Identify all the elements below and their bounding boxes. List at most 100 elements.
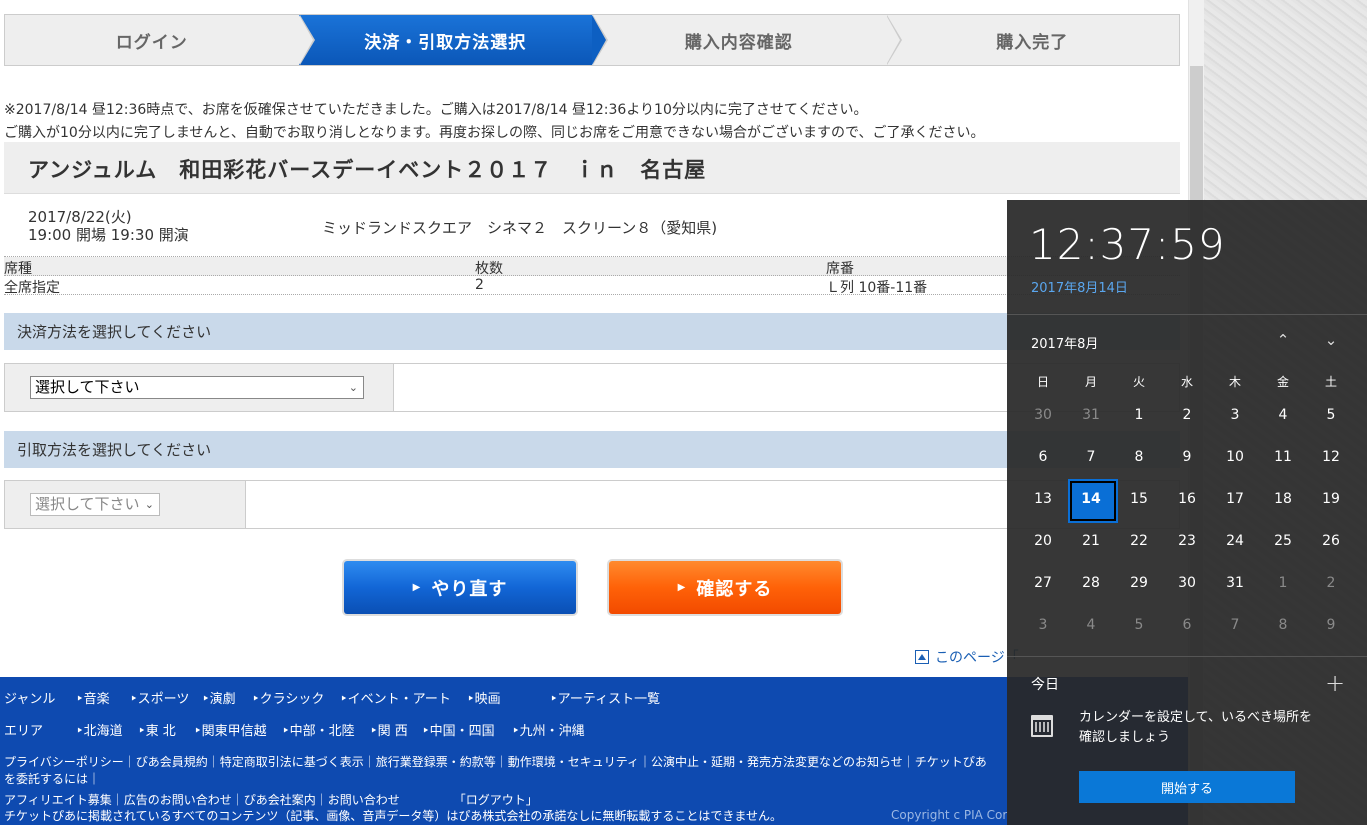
calendar-day[interactable]: 1 (1259, 562, 1307, 604)
calendar-day[interactable]: 26 (1307, 520, 1355, 562)
calendar-day[interactable]: 9 (1307, 604, 1355, 646)
payment-row: 選択して下さい ⌄ (4, 363, 1180, 412)
genre-link-movie[interactable]: ‣映画 (467, 688, 501, 707)
calendar-day[interactable]: 30 (1163, 562, 1211, 604)
calendar-day[interactable]: 4 (1067, 604, 1115, 646)
copyright-notice: チケットぴあに掲載されているすべてのコンテンツ（記事、画像、音声データ等）はぴあ… (4, 809, 782, 823)
plus-icon[interactable]: + (1325, 669, 1345, 697)
chevron-down-icon: ⌄ (144, 498, 154, 511)
calendar-day[interactable]: 30 (1019, 394, 1067, 436)
calendar-day[interactable]: 27 (1019, 562, 1067, 604)
calendar-day[interactable]: 8 (1115, 436, 1163, 478)
pickup-heading: 引取方法を選択してください (4, 431, 1180, 468)
month-label[interactable]: 2017年8月 (1031, 333, 1098, 352)
calendar-day[interactable]: 7 (1211, 604, 1259, 646)
area-link-kansai[interactable]: ‣関 西 (370, 720, 408, 739)
calendar-day[interactable]: 2 (1307, 562, 1355, 604)
calendar-day[interactable]: 20 (1019, 520, 1067, 562)
event-date: 2017/8/22(火) 19:00 開場 19:30 開演 (28, 208, 189, 244)
weekday-label: 月 (1084, 374, 1097, 389)
message-line: 確認しましょう (1079, 730, 1171, 745)
calendar-day[interactable]: 3 (1019, 604, 1067, 646)
purchase-steps: ログイン 決済・引取方法選択 購入内容確認 購入完了 (4, 14, 1180, 66)
calendar-day[interactable]: 6 (1163, 604, 1211, 646)
calendar-day[interactable]: 12 (1307, 436, 1355, 478)
genre-nav: ジャンル ‣音楽 ‣スポーツ ‣演劇 ‣クラシック ‣イベント・アート ‣映画 … (4, 688, 660, 707)
calendar-day[interactable]: 18 (1259, 478, 1307, 520)
calendar-day[interactable]: 1 (1115, 394, 1163, 436)
weekday-label: 木 (1228, 374, 1241, 389)
step-label: 購入内容確認 (684, 32, 793, 53)
seat-type: 全席指定 (4, 280, 60, 296)
consign-link[interactable]: を委託するには｜ (4, 770, 100, 787)
confirm-button[interactable]: ▶ 確認する (609, 561, 841, 614)
chevron-down-icon[interactable]: ⌄ (1321, 331, 1341, 351)
area-link-kyushu[interactable]: ‣九州・沖縄 (512, 720, 585, 739)
calendar-day[interactable]: 10 (1211, 436, 1259, 478)
page-top-link[interactable]: このページ「 (915, 647, 1019, 667)
step-confirm: 購入内容確認 (592, 15, 902, 65)
seat-number: Ｌ列 10番-11番 (826, 280, 928, 296)
calendar-day[interactable]: 31 (1211, 562, 1259, 604)
calendar-day[interactable]: 13 (1019, 478, 1067, 520)
calendar-day[interactable]: 7 (1067, 436, 1115, 478)
calendar-day[interactable]: 23 (1163, 520, 1211, 562)
clock-date[interactable]: 2017年8月14日 (1031, 277, 1128, 296)
calendar-day[interactable]: 9 (1163, 436, 1211, 478)
calendar-day[interactable]: 16 (1163, 478, 1211, 520)
genre-link-event-art[interactable]: ‣イベント・アート (340, 688, 451, 707)
genre-link-classic[interactable]: ‣クラシック (252, 688, 324, 707)
calendar-day[interactable]: 5 (1115, 604, 1163, 646)
payment-method-select[interactable]: 選択して下さい ⌄ (30, 376, 364, 399)
chevron-up-icon[interactable]: ⌃ (1273, 331, 1293, 351)
area-link-kanto[interactable]: ‣関東甲信越 (194, 720, 267, 739)
divider (1007, 656, 1367, 657)
company-links[interactable]: アフィリエイト募集｜広告のお問い合わせ｜ぴあ会社案内｜お問い合わせ 「ログアウト… (4, 791, 538, 808)
calendar-day[interactable]: 31 (1067, 394, 1115, 436)
calendar-day[interactable]: 3 (1211, 394, 1259, 436)
agenda-today-label: 今日 (1031, 677, 1059, 693)
calendar-day-today[interactable]: 14 (1067, 478, 1118, 523)
header-seat-number: 席番 (826, 261, 854, 277)
play-arrow-icon: ▶ (412, 582, 422, 593)
calendar-day[interactable]: 21 (1067, 520, 1115, 562)
calendar-day[interactable]: 15 (1115, 478, 1163, 520)
seat-quantity: 2 (475, 277, 484, 293)
calendar-day[interactable]: 5 (1307, 394, 1355, 436)
calendar-day[interactable]: 25 (1259, 520, 1307, 562)
payment-select-value: 選択して下さい (35, 378, 140, 396)
get-started-button[interactable]: 開始する (1079, 771, 1295, 803)
weekday-label: 日 (1036, 374, 1049, 389)
genre-link-sports[interactable]: ‣スポーツ (130, 688, 189, 707)
header-seat-type: 席種 (4, 261, 32, 277)
calendar-day[interactable]: 19 (1307, 478, 1355, 520)
play-arrow-icon: ▶ (677, 582, 687, 593)
pickup-method-select[interactable]: 選択して下さい ⌄ (30, 493, 160, 516)
area-link-chugoku[interactable]: ‣中国・四国 (422, 720, 495, 739)
calendar-day[interactable]: 2 (1163, 394, 1211, 436)
step-payment-pickup: 決済・引取方法選択 (298, 15, 608, 65)
calendar-day[interactable]: 24 (1211, 520, 1259, 562)
calendar-day[interactable]: 28 (1067, 562, 1115, 604)
pickup-select-value: 選択して下さい (35, 495, 140, 513)
area-link-tohoku[interactable]: ‣東 北 (138, 720, 176, 739)
genre-link-theater[interactable]: ‣演劇 (202, 688, 236, 707)
calendar-week: 6 7 8 9 10 11 12 (1019, 436, 1355, 478)
policy-links[interactable]: プライバシーポリシー｜ぴあ会員規約｜特定商取引法に基づく表示｜旅行業登録票・約款… (4, 753, 987, 770)
retry-button[interactable]: ▶ やり直す (344, 561, 576, 614)
area-caption: エリア (4, 724, 44, 739)
genre-link-artists[interactable]: ‣アーティスト一覧 (550, 688, 660, 707)
calendar-week: 27 28 29 30 31 1 2 (1019, 562, 1355, 604)
calendar-day[interactable]: 11 (1259, 436, 1307, 478)
calendar-day[interactable]: 22 (1115, 520, 1163, 562)
calendar-day[interactable]: 17 (1211, 478, 1259, 520)
area-link-hokkaido[interactable]: ‣北海道 (76, 720, 123, 739)
area-link-chubu[interactable]: ‣中部・北陸 (282, 720, 355, 739)
calendar-day[interactable]: 4 (1259, 394, 1307, 436)
payment-cell: 選択して下さい ⌄ (5, 364, 394, 411)
calendar-day[interactable]: 8 (1259, 604, 1307, 646)
event-times: 19:00 開場 19:30 開演 (28, 226, 189, 244)
genre-link-music[interactable]: ‣音楽 (76, 688, 110, 707)
calendar-day[interactable]: 29 (1115, 562, 1163, 604)
calendar-day[interactable]: 6 (1019, 436, 1067, 478)
